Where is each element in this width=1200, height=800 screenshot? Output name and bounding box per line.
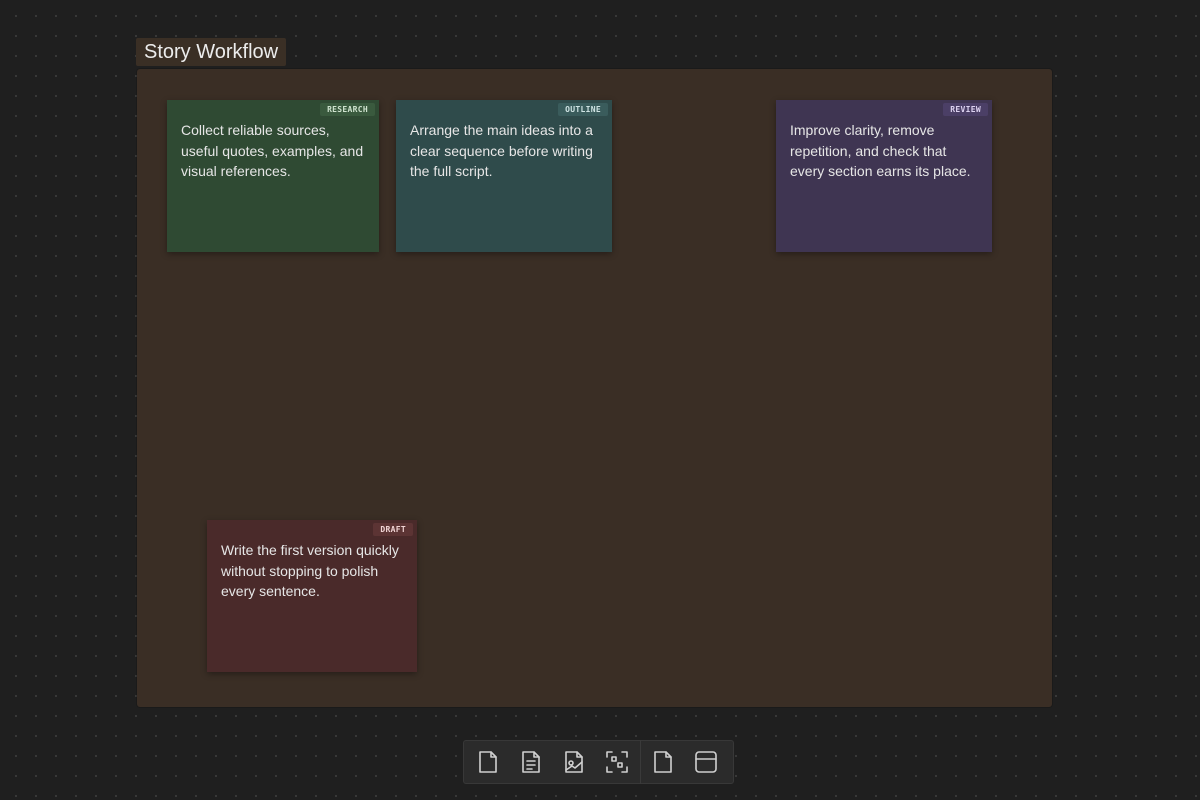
- new-note-icon: [479, 751, 497, 773]
- media-icon: [565, 751, 583, 773]
- card-review[interactable]: REVIEW Improve clarity, remove repetitio…: [776, 100, 992, 252]
- card-outline[interactable]: OUTLINE Arrange the main ideas into a cl…: [396, 100, 612, 252]
- blank-card-button[interactable]: [643, 744, 683, 780]
- card-tag-research: RESEARCH: [320, 103, 375, 116]
- card-tag-outline: OUTLINE: [558, 103, 608, 116]
- card-text-review: Improve clarity, remove repetition, and …: [790, 122, 971, 179]
- new-note-button[interactable]: [468, 744, 508, 780]
- media-button[interactable]: [554, 744, 594, 780]
- blank-card-icon: [654, 751, 672, 773]
- group-button[interactable]: [597, 744, 637, 780]
- toolbar-divider: [640, 740, 642, 784]
- layout-button[interactable]: [686, 744, 726, 780]
- card-text-draft: Write the first version quickly without …: [221, 542, 399, 599]
- group-title[interactable]: Story Workflow: [136, 38, 287, 66]
- card-draft[interactable]: DRAFT Write the first version quickly wi…: [207, 520, 417, 672]
- card-text-research: Collect reliable sources, useful quotes,…: [181, 122, 364, 179]
- layout-icon: [695, 751, 717, 773]
- canvas-board[interactable]: Story Workflow RESEARCH Collect reliable…: [0, 0, 1200, 800]
- card-research[interactable]: RESEARCH Collect reliable sources, usefu…: [167, 100, 379, 252]
- note-from-file-icon: [522, 751, 540, 773]
- group-icon: [606, 751, 628, 773]
- card-text-outline: Arrange the main ideas into a clear sequ…: [410, 122, 593, 179]
- card-tag-review: REVIEW: [943, 103, 988, 116]
- canvas-toolbar: [463, 740, 734, 784]
- note-from-file-button[interactable]: [511, 744, 551, 780]
- card-tag-draft: DRAFT: [373, 523, 413, 536]
